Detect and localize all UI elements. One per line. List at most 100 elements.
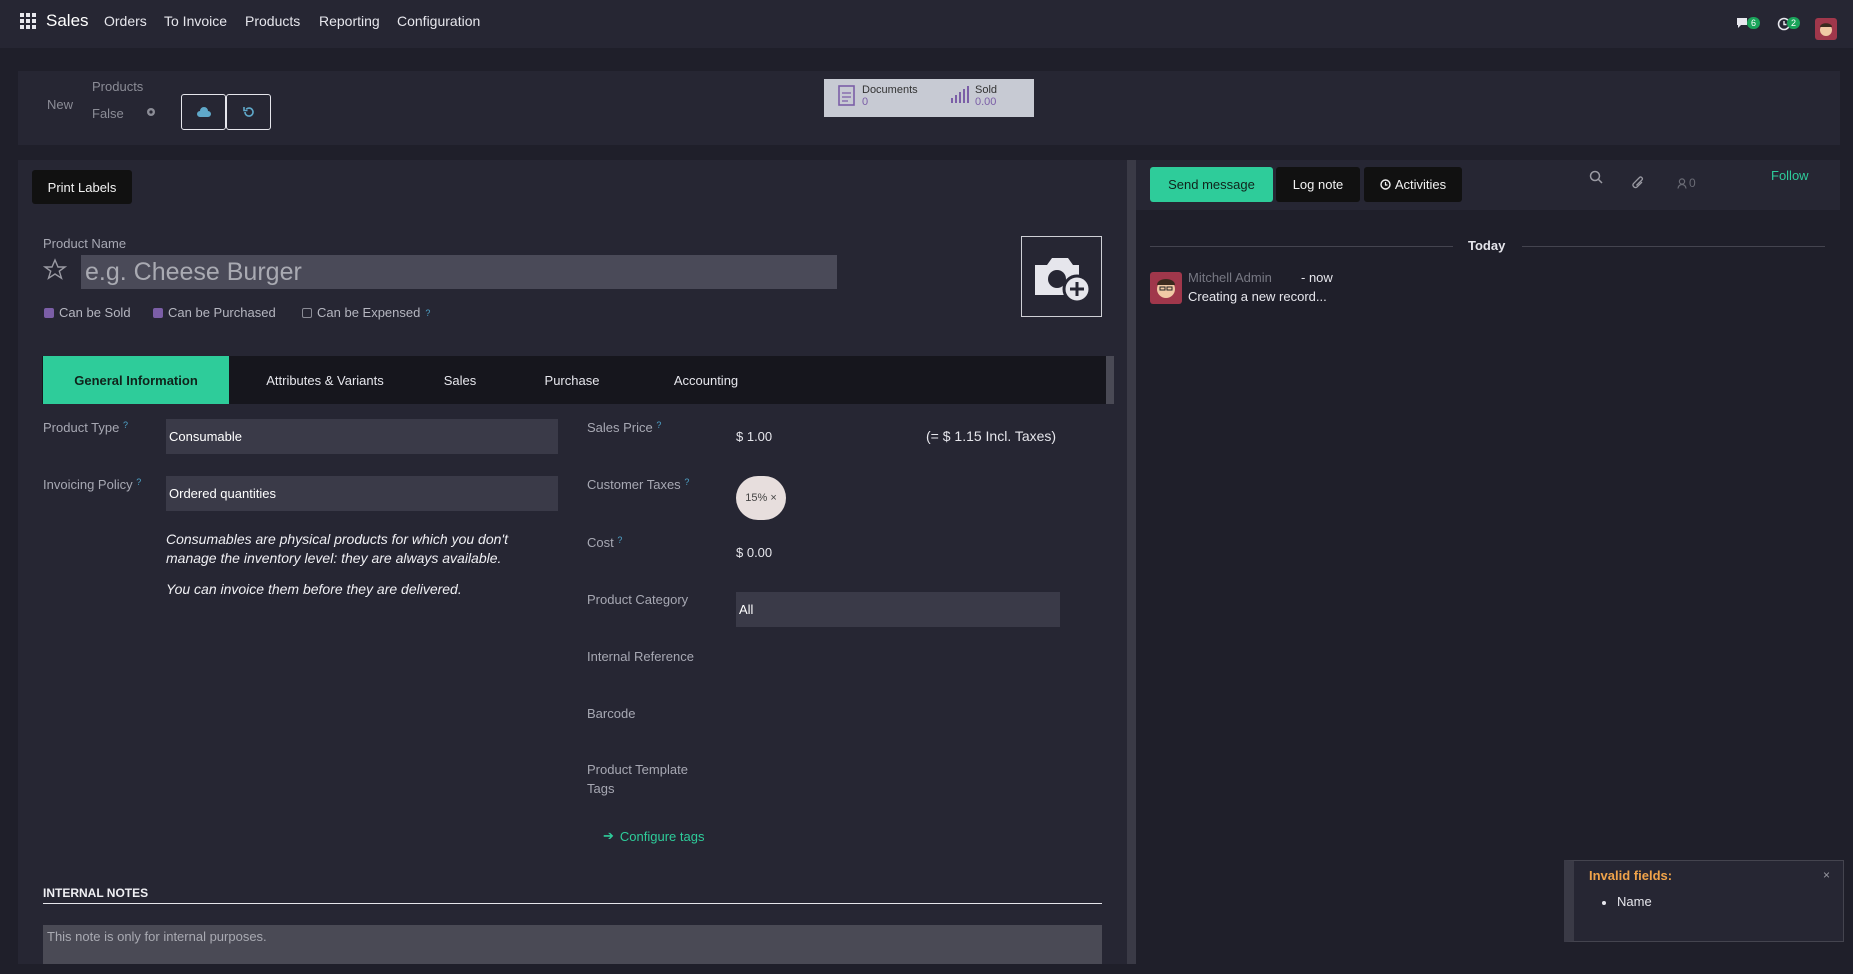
internal-notes-title: INTERNAL NOTES [43, 886, 149, 900]
can-be-purchased-label: Can be Purchased [168, 305, 276, 320]
breadcrumb-new: New [47, 97, 74, 112]
search-messages-button[interactable] [1589, 170, 1603, 187]
search-icon [1589, 170, 1603, 184]
product-category-select[interactable]: All [736, 592, 1060, 627]
sales-price-incl-taxes: (= $ 1.15 Incl. Taxes) [926, 428, 1057, 444]
product-template-tags-input[interactable] [736, 762, 1060, 792]
settings-gear-button[interactable] [145, 105, 157, 121]
app-grid-icon[interactable] [20, 13, 36, 29]
send-message-button[interactable]: Send message [1150, 167, 1273, 202]
user-face-icon [1820, 23, 1832, 36]
product-type-help: Consumables are physical products for wh… [166, 531, 508, 566]
product-name-label: Product Name [43, 236, 127, 251]
gear-icon [147, 108, 155, 116]
sales-price-label: Sales Price ? [587, 420, 662, 435]
invalid-field-item: Name [1617, 894, 1652, 909]
customer-taxes-label: Customer Taxes ? [587, 477, 690, 492]
app-name[interactable]: Sales [46, 11, 89, 31]
can-be-expensed-label: Can be Expensed [317, 305, 421, 320]
tabs-scrollbar[interactable] [1106, 356, 1114, 404]
user-face-icon [1157, 279, 1175, 298]
activities-badge: 2 [1787, 17, 1801, 29]
invoicing-help: You can invoice them before they are del… [166, 581, 462, 597]
tax-tag[interactable]: 15% × [736, 476, 786, 520]
documents-label[interactable]: Documents [862, 84, 918, 96]
attachments-button[interactable] [1631, 176, 1645, 193]
print-labels-button[interactable]: Print Labels [32, 170, 132, 204]
internal-reference-label: Internal Reference [587, 649, 694, 664]
sold-value: 0.00 [975, 96, 997, 108]
tab-accounting[interactable]: Accounting [646, 356, 766, 404]
product-type-select[interactable]: Consumable [166, 419, 558, 454]
barcode-input[interactable] [736, 699, 1060, 729]
invoicing-policy-label: Invoicing Policy ? [43, 477, 142, 492]
menu-products[interactable]: Products [245, 13, 300, 29]
follow-button[interactable]: Follow [1771, 168, 1809, 183]
product-category-label: Product Category [587, 592, 689, 607]
sales-price-input[interactable]: $ 1.00 [736, 429, 772, 444]
clock-icon [1380, 179, 1391, 190]
message-author-avatar[interactable] [1150, 272, 1182, 304]
message-time: - now [1301, 270, 1333, 285]
can-be-sold-checkbox[interactable]: Can be Sold [44, 305, 131, 320]
checkbox-icon [44, 307, 54, 318]
tab-purchase[interactable]: Purchase [522, 356, 622, 404]
signal-icon [950, 86, 970, 107]
configure-tags-label: Configure tags [619, 828, 705, 844]
discard-button[interactable] [226, 94, 271, 130]
internal-reference-input[interactable] [736, 642, 1060, 672]
menu-reporting[interactable]: Reporting [319, 13, 380, 29]
tab-attributes-variants[interactable]: Attributes & Variants [245, 356, 405, 404]
favorite-star-icon[interactable] [42, 258, 68, 285]
can-be-expensed-checkbox[interactable]: Can be Expensed ? [302, 305, 430, 320]
menu-configuration[interactable]: Configuration [397, 13, 480, 29]
barcode-label: Barcode [587, 706, 636, 721]
followers-count: 0 [1689, 176, 1696, 190]
message-body: Creating a new record... [1188, 289, 1327, 304]
undo-icon [242, 107, 254, 117]
product-name-input[interactable]: e.g. Cheese Burger [81, 255, 837, 289]
breadcrumb-products[interactable]: Products [92, 79, 143, 94]
cloud-upload-icon [196, 107, 211, 117]
menu-to-invoice[interactable]: To Invoice [164, 13, 227, 29]
arrow-right-icon: ➔ [603, 828, 614, 843]
message-author[interactable]: Mitchell Admin [1188, 270, 1272, 285]
help-tooltip-icon[interactable]: ? [425, 308, 430, 318]
save-button[interactable] [181, 94, 226, 130]
close-icon[interactable]: × [1823, 868, 1830, 882]
checkbox-icon [302, 307, 312, 318]
log-note-button[interactable]: Log note [1276, 167, 1360, 202]
menu-orders[interactable]: Orders [104, 13, 147, 29]
tax-tag-label: 15% [745, 492, 768, 504]
checkbox-icon [153, 307, 163, 318]
cost-input[interactable]: $ 0.00 [736, 545, 772, 560]
user-avatar[interactable] [1815, 18, 1837, 40]
internal-notes-editor[interactable]: This note is only for internal purposes. [43, 925, 1102, 964]
product-type-label: Product Type ? [43, 420, 129, 435]
tab-general-information[interactable]: General Information [43, 356, 229, 404]
bullet-icon [1602, 901, 1606, 905]
user-icon [1677, 177, 1687, 189]
followers-button[interactable]: 0 [1677, 176, 1696, 190]
documents-count: 0 [862, 96, 869, 108]
can-be-purchased-checkbox[interactable]: Can be Purchased [153, 305, 276, 320]
notebook-tabs: General Information Attributes & Variant… [42, 356, 1114, 404]
date-separator: Today [1468, 238, 1506, 253]
notification-title: Invalid fields: [1589, 868, 1673, 883]
sold-label[interactable]: Sold [975, 84, 997, 96]
form-scrollbar[interactable] [1127, 160, 1136, 964]
section-divider [43, 903, 1102, 904]
date-separator-line-left [1150, 246, 1453, 247]
product-image-upload[interactable] [1021, 236, 1102, 317]
tab-sales[interactable]: Sales [425, 356, 495, 404]
activities-label: Activities [1394, 177, 1447, 192]
camera-plus-icon [1034, 257, 1091, 303]
cost-label: Cost ? [587, 535, 623, 550]
documents-icon [838, 85, 856, 110]
remove-tag-icon[interactable]: × [770, 492, 776, 504]
product-template-tags-label-line2: Tags [587, 781, 615, 796]
activities-button-chatter[interactable]: Activities [1364, 167, 1462, 202]
configure-tags-link[interactable]: ➔ Configure tags [603, 828, 704, 844]
date-separator-line-right [1522, 246, 1825, 247]
invoicing-policy-select[interactable]: Ordered quantities [166, 476, 558, 511]
